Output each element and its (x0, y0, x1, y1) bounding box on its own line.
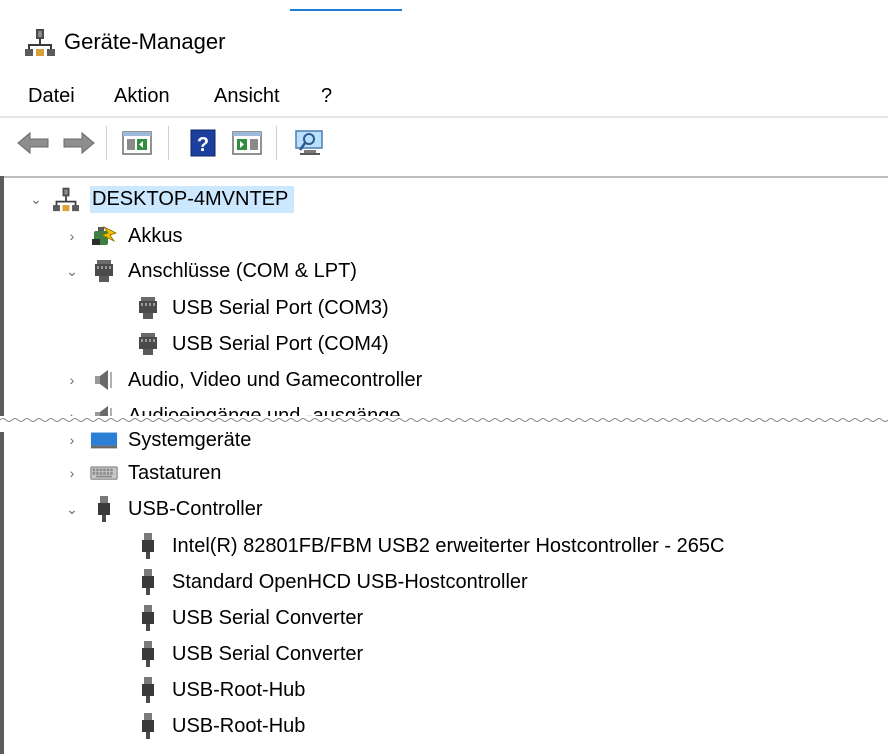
tree-item-akkus[interactable]: › Akkus (62, 218, 183, 254)
help-icon: ? (190, 129, 216, 157)
usb-plug-icon (134, 712, 162, 740)
chevron-down-icon[interactable]: ⌄ (62, 261, 82, 281)
back-arrow-icon (17, 131, 49, 155)
tree-item-label: Tastaturen (128, 461, 222, 484)
tree-item-usb-child[interactable]: USB Serial Converter (134, 600, 363, 636)
tree-item-usb-child[interactable]: Standard OpenHCD USB-Hostcontroller (134, 564, 528, 600)
tree-item-tastaturen[interactable]: › Tastaturen (62, 455, 222, 491)
computer-icon (52, 185, 80, 213)
tree-item-label: Systemgeräte (128, 428, 252, 451)
usb-plug-icon (134, 676, 162, 704)
tree-item-label: USB Serial Port (COM4) (172, 332, 389, 355)
tree-root-label[interactable]: DESKTOP-4MVNTEP (90, 185, 295, 213)
chevron-right-icon[interactable]: › (62, 430, 82, 450)
port-icon (90, 257, 118, 285)
tree-item-label: USB-Root-Hub (172, 714, 306, 737)
usb-plug-icon (134, 640, 162, 668)
menu-ansicht[interactable]: Ansicht (214, 82, 280, 110)
toolbar-divider (106, 126, 107, 160)
tree-item-com3[interactable]: USB Serial Port (COM3) (134, 290, 389, 326)
port-icon (134, 330, 162, 358)
tree-item-label: USB-Root-Hub (172, 678, 306, 701)
tree-item-usb-child[interactable]: USB-Root-Hub (134, 708, 305, 744)
speaker-icon (90, 366, 118, 394)
update-driver-button[interactable] (228, 124, 266, 162)
properties-panel-icon (122, 131, 152, 155)
properties-button[interactable] (118, 124, 156, 162)
help-button[interactable]: ? (184, 124, 222, 162)
tree-item-usb-child[interactable]: USB Serial Converter (134, 636, 363, 672)
tree-item-label: USB Serial Converter (172, 642, 364, 665)
tree-item-label: USB Serial Converter (172, 606, 364, 629)
usb-plug-icon (134, 604, 162, 632)
usb-plug-icon (90, 495, 118, 523)
keyboard-icon (90, 459, 118, 487)
scan-hardware-button[interactable] (290, 124, 328, 162)
tree-item-com4[interactable]: USB Serial Port (COM4) (134, 326, 389, 362)
menu-aktion[interactable]: Aktion (114, 82, 170, 110)
port-icon (134, 294, 162, 322)
menu-help[interactable]: ? (321, 82, 332, 110)
tree-item-usb-child[interactable]: Intel(R) 82801FB/FBM USB2 erweiterter Ho… (134, 528, 724, 564)
tree-item-label: Anschlüsse (COM & LPT) (128, 259, 357, 282)
forward-button[interactable] (60, 124, 98, 162)
tree-left-border (0, 176, 4, 754)
update-driver-panel-icon (232, 131, 262, 155)
system-devices-icon (90, 426, 118, 454)
forward-arrow-icon (63, 131, 95, 155)
svg-text:?: ? (197, 134, 209, 156)
scan-hardware-monitor-icon (295, 130, 323, 155)
tree-item-usb-controller[interactable]: ⌄ USB-Controller (62, 491, 262, 527)
tree-item-label: USB-Controller (128, 497, 263, 520)
tree-root[interactable]: ⌄ DESKTOP-4MVNTEP (26, 181, 295, 217)
toolbar-divider (276, 126, 277, 160)
battery-icon (90, 222, 118, 250)
tree-item-systemgeraete[interactable]: › Systemgeräte (62, 425, 252, 455)
device-manager-icon (25, 27, 55, 57)
tree-item-anschluesse[interactable]: ⌄ Anschlüsse (COM & LPT) (62, 253, 357, 289)
tree-item-label: Intel(R) 82801FB/FBM USB2 erweiterter Ho… (172, 534, 725, 557)
chevron-right-icon[interactable]: › (62, 226, 82, 246)
back-button[interactable] (14, 124, 52, 162)
tree-item-label: Standard OpenHCD USB-Hostcontroller (172, 570, 528, 593)
chevron-right-icon[interactable]: › (62, 463, 82, 483)
tree-item-usb-child[interactable]: USB-Root-Hub (134, 672, 305, 708)
tree-item-label: Audio, Video und Gamecontroller (128, 368, 423, 391)
chevron-down-icon[interactable]: ⌄ (26, 189, 46, 209)
menu-datei[interactable]: Datei (28, 82, 75, 110)
usb-plug-icon (134, 568, 162, 596)
window-title: Geräte-Manager (64, 29, 226, 54)
window-top-strip (0, 0, 888, 11)
tree-top-border (0, 176, 888, 178)
menu-toolbar-separator (0, 116, 888, 118)
toolbar-divider (168, 126, 169, 160)
chevron-right-icon[interactable]: › (62, 370, 82, 390)
tree-item-audio-video[interactable]: › Audio, Video und Gamecontroller (62, 362, 423, 398)
active-tab-accent (290, 9, 402, 11)
tree-item-label: USB Serial Port (COM3) (172, 296, 389, 319)
usb-plug-icon (134, 532, 162, 560)
tree-item-label: Akkus (128, 224, 183, 247)
chevron-down-icon[interactable]: ⌄ (62, 499, 82, 519)
